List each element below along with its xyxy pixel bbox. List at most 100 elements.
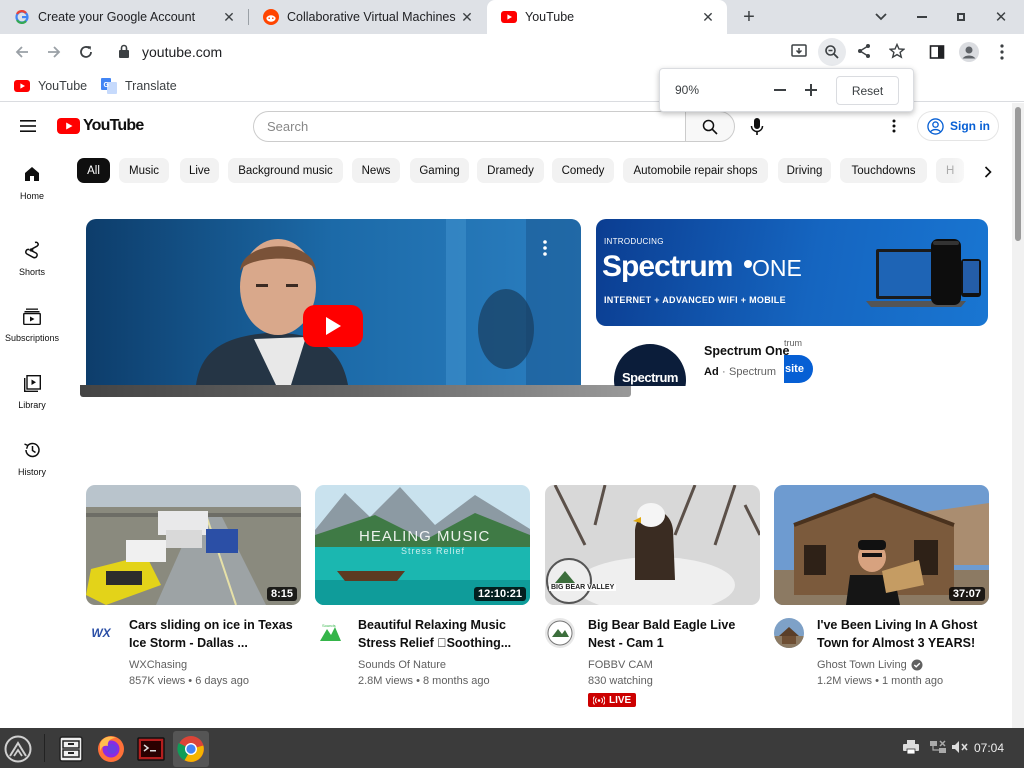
ad-title[interactable]: Spectrum One [704, 344, 789, 358]
channel-name[interactable]: FOBBV CAM [588, 659, 653, 671]
zoom-minus-button[interactable] [770, 80, 790, 100]
video-thumbnail[interactable]: 37:07 [774, 485, 989, 605]
bookmark-translate[interactable]: G Translate [101, 76, 177, 96]
chip-background-music[interactable]: Background music [228, 158, 343, 183]
tab-youtube[interactable]: YouTube ✕ [487, 0, 727, 34]
sidebar-item-history[interactable]: History [0, 429, 64, 487]
close-window-button[interactable]: ✕ [982, 0, 1020, 34]
close-icon[interactable]: ✕ [456, 6, 478, 28]
file-cabinet-icon [59, 736, 83, 762]
firefox-app[interactable] [93, 731, 129, 767]
sidebar-item-home[interactable]: Home [0, 153, 64, 211]
sidebar-item-subscriptions[interactable]: Subscriptions [0, 295, 64, 353]
youtube-icon [501, 9, 517, 25]
volume-muted-icon[interactable] [951, 740, 969, 759]
bookmark-label: YouTube [38, 79, 88, 93]
ad-banner[interactable]: INTRODUCING Spectrum ONE INTERNET + ADVA… [596, 219, 988, 326]
microphone-icon[interactable] [750, 118, 764, 140]
channel-avatar[interactable] [545, 618, 575, 648]
hamburger-menu-icon[interactable] [20, 119, 36, 137]
close-icon[interactable]: ✕ [697, 6, 719, 28]
play-icon [326, 317, 341, 335]
network-disconnected-icon[interactable] [929, 740, 947, 759]
ad-more-options-icon[interactable] [543, 240, 547, 261]
channel-avatar[interactable] [774, 618, 804, 648]
chip-news[interactable]: News [352, 158, 400, 183]
advertiser-avatar[interactable]: Spectrum [614, 344, 686, 386]
video-title[interactable]: Big Bear Bald Eagle Live Nest - Cam 1 [588, 616, 758, 652]
scrollbar-thumb[interactable] [1015, 107, 1021, 241]
tab-collaborative-vms[interactable]: Collaborative Virtual Machines! ✕ [249, 0, 486, 34]
minimize-button[interactable] [903, 0, 941, 34]
search-input[interactable]: Search [253, 111, 686, 142]
profile-avatar-icon[interactable] [956, 39, 982, 65]
video-title[interactable]: Beautiful Relaxing Music Stress Relief ⃞… [358, 616, 528, 652]
fobbv-logo [547, 620, 573, 646]
search-button[interactable] [685, 111, 735, 142]
address-bar[interactable]: youtube.com [108, 38, 920, 66]
advertiser-avatar-text: Spectrum [622, 370, 678, 385]
zoom-plus-button[interactable] [801, 80, 821, 100]
video-thumbnail[interactable]: HEALING MUSIC Stress Relief 12:10:21 [315, 485, 530, 605]
close-icon[interactable]: ✕ [218, 6, 240, 28]
ad-dot-separator: · [722, 366, 726, 378]
install-icon[interactable] [790, 42, 808, 65]
chip-automobile-repair-shops[interactable]: Automobile repair shops [623, 158, 768, 183]
channel-name[interactable]: Sounds Of Nature [358, 659, 446, 671]
video-thumbnail[interactable]: BIG BEAR VALLEY [545, 485, 760, 605]
start-menu-icon [4, 735, 32, 763]
ad-video-frame [86, 219, 581, 385]
sidebar-item-library[interactable]: Library [0, 362, 64, 420]
lock-icon[interactable] [118, 44, 130, 64]
ad-video-player[interactable] [86, 219, 581, 385]
tab-google-account[interactable]: Create your Google Account ✕ [0, 0, 248, 34]
youtube-logo[interactable]: YouTube [57, 117, 144, 135]
zoom-reset-button[interactable]: Reset [836, 76, 899, 105]
chip-dramedy[interactable]: Dramedy [477, 158, 544, 183]
chip-comedy[interactable]: Comedy [552, 158, 614, 183]
zoom-level: 90% [675, 83, 700, 97]
back-button[interactable] [9, 39, 35, 65]
new-tab-button[interactable]: + [730, 0, 768, 34]
channel-avatar[interactable]: WX [86, 618, 116, 648]
sign-in-button[interactable]: Sign in [917, 111, 999, 141]
terminal-app[interactable] [133, 731, 169, 767]
channel-name-row[interactable]: Ghost Town Living [817, 659, 923, 671]
chip-music[interactable]: Music [119, 158, 169, 183]
channel-avatar[interactable]: Sounds [315, 618, 345, 648]
tab-search-chevron-icon[interactable] [862, 0, 900, 34]
bookmark-star-icon[interactable] [888, 42, 906, 64]
chip-live[interactable]: Live [180, 158, 219, 183]
chip-all[interactable]: All [77, 158, 110, 183]
ad-badge: Ad [704, 366, 719, 378]
sign-in-label: Sign in [950, 119, 990, 133]
maximize-button[interactable] [942, 0, 980, 34]
browser-menu-icon[interactable] [989, 39, 1015, 65]
start-menu-button[interactable] [0, 731, 36, 767]
channel-name[interactable]: WXChasing [129, 659, 187, 671]
play-button[interactable] [303, 305, 363, 347]
library-icon [21, 372, 43, 394]
bookmark-youtube[interactable]: YouTube [14, 76, 87, 96]
video-thumbnail[interactable]: 8:15 [86, 485, 301, 605]
page-scrollbar[interactable] [1012, 103, 1024, 728]
sidebar-item-shorts[interactable]: Shorts [0, 229, 64, 287]
video-title[interactable]: Cars sliding on ice in Texas Ice Storm -… [129, 616, 299, 652]
reload-button[interactable] [73, 39, 99, 65]
chip-touchdowns[interactable]: Touchdowns [840, 158, 927, 183]
visit-site-button[interactable]: site [784, 355, 813, 383]
chip-gaming[interactable]: Gaming [410, 158, 469, 183]
side-panel-icon[interactable] [924, 39, 950, 65]
terminal-icon [137, 737, 165, 761]
chip-driving[interactable]: Driving [778, 158, 831, 183]
account-circle-icon [927, 117, 944, 135]
zoom-out-icon[interactable] [818, 38, 846, 66]
file-manager-app[interactable] [53, 731, 89, 767]
share-icon[interactable] [856, 43, 872, 64]
video-title[interactable]: I've Been Living In A Ghost Town for Alm… [817, 616, 987, 652]
chrome-app[interactable] [173, 731, 209, 767]
printer-icon[interactable] [903, 740, 919, 759]
more-options-icon[interactable] [892, 119, 896, 138]
chevron-right-icon[interactable] [984, 165, 992, 183]
forward-button[interactable] [41, 39, 67, 65]
